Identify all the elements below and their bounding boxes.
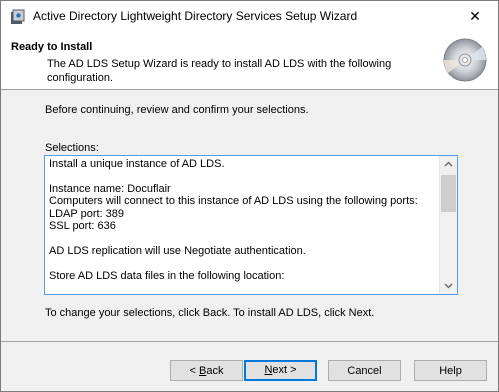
- back-label-prefix: <: [189, 365, 199, 377]
- list-item: Install a unique instance of AD LDS.: [49, 158, 225, 170]
- help-button[interactable]: Help: [414, 360, 487, 381]
- window-title: Active Directory Lightweight Directory S…: [33, 9, 358, 23]
- list-item: Instance name: Docuflair: [49, 182, 171, 195]
- list-item: SSL port: 636: [49, 219, 116, 232]
- list-item: [49, 257, 437, 269]
- close-icon: ✕: [469, 8, 481, 24]
- cancel-button[interactable]: Cancel: [328, 360, 401, 381]
- title-bar: Active Directory Lightweight Directory S…: [1, 1, 498, 31]
- list-item: [49, 170, 437, 182]
- instructions-text: To change your selections, click Back. T…: [45, 307, 375, 319]
- intro-text: Before continuing, review and confirm yo…: [45, 104, 309, 116]
- scroll-down-icon[interactable]: [440, 277, 457, 294]
- selections-textbox[interactable]: Install a unique instance of AD LDS. Ins…: [44, 155, 458, 295]
- list-item: Store AD LDS data files in the following…: [49, 269, 285, 282]
- page-title: Ready to Install: [11, 41, 93, 53]
- next-button[interactable]: Next >: [244, 360, 317, 381]
- close-button[interactable]: ✕: [452, 1, 498, 31]
- list-item: [49, 232, 437, 244]
- selections-label: Selections:: [45, 142, 99, 154]
- wizard-header: Ready to Install The AD LDS Setup Wizard…: [1, 31, 498, 90]
- next-label-rest: ext >: [272, 364, 297, 376]
- app-icon: [11, 9, 25, 24]
- scroll-up-icon[interactable]: [440, 156, 457, 173]
- selections-content: Install a unique instance of AD LDS. Ins…: [49, 158, 437, 282]
- back-button[interactable]: < Back: [170, 360, 243, 381]
- list-item: Computers will connect to this instance …: [49, 195, 418, 208]
- list-item: LDAP port: 389: [49, 207, 125, 220]
- cd-disc-icon: [443, 38, 487, 82]
- back-label-rest: ack: [206, 365, 224, 377]
- setup-wizard-window: Active Directory Lightweight Directory S…: [0, 0, 499, 392]
- page-description: The AD LDS Setup Wizard is ready to inst…: [47, 58, 392, 84]
- list-item: AD LDS replication will use Negotiate au…: [49, 244, 306, 257]
- divider: [1, 341, 498, 342]
- vertical-scrollbar[interactable]: [439, 156, 457, 294]
- scrollbar-thumb[interactable]: [441, 175, 456, 212]
